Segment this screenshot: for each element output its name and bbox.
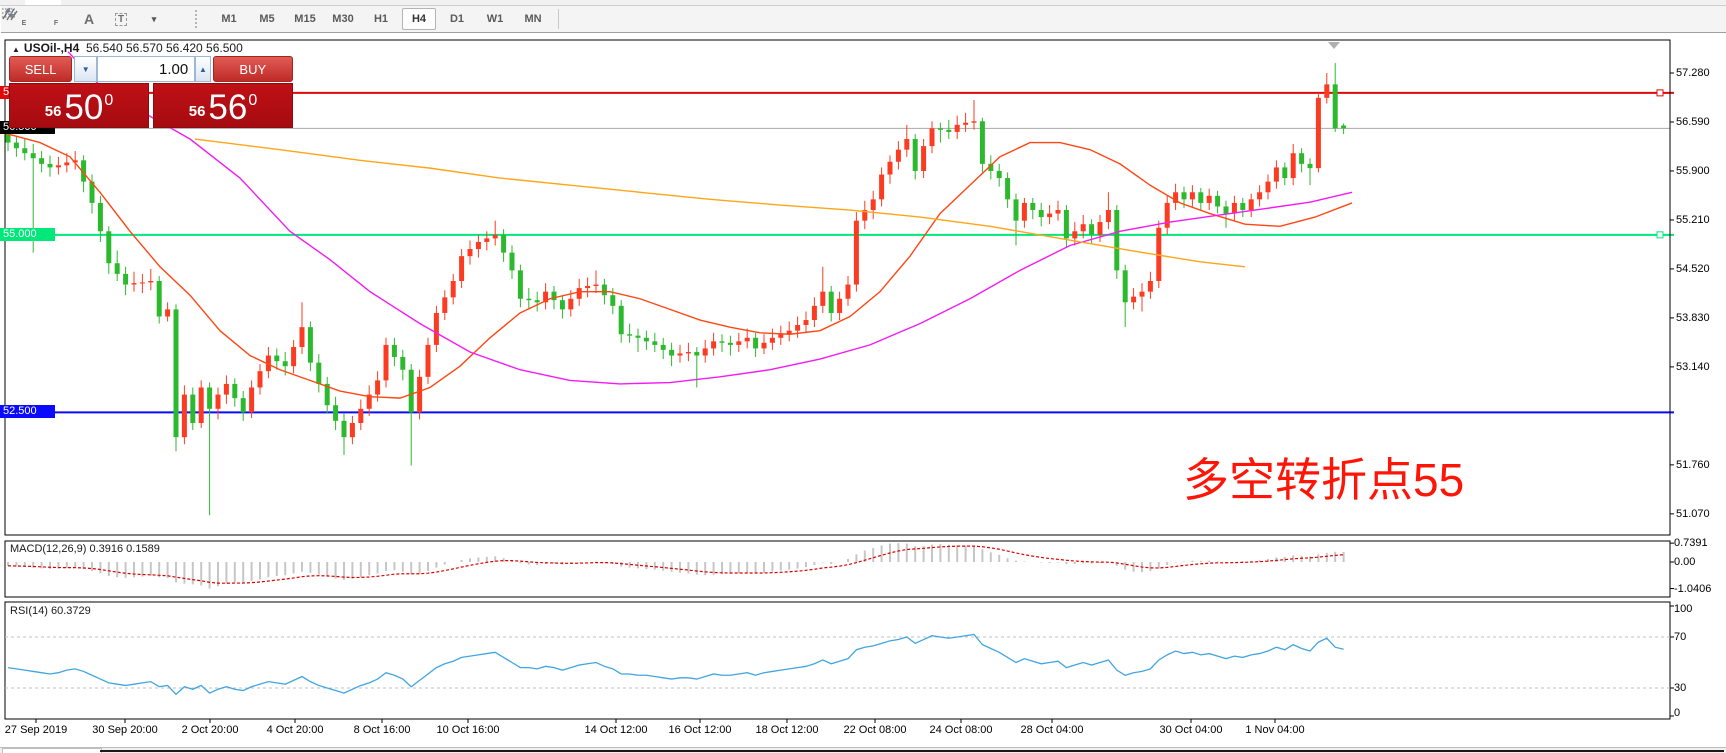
sell-price-sup: 0 — [104, 92, 113, 110]
rsi-panel-border — [5, 602, 1670, 719]
volume-down-icon: ▼ — [82, 65, 90, 74]
macd-panel-border — [5, 541, 1670, 597]
buy-price-display[interactable]: 56 56 0 — [153, 83, 293, 128]
macd-signal-line — [8, 546, 1344, 583]
rsi-value: 60.3729 — [51, 605, 91, 617]
chart-text-annotation[interactable]: 多空转折点55 — [1183, 444, 1464, 510]
ma-fast-line — [0, 132, 1352, 398]
ma-slowest-line — [195, 139, 1245, 267]
macd-values: 0.3916 0.1589 — [89, 543, 159, 555]
rsi-indicator-label: RSI(14) 60.3729 — [10, 605, 91, 617]
symbol-header: ▲ USOil-,H4 56.540 56.570 56.420 56.500 — [12, 41, 243, 55]
price-level-tag: 55.000 — [0, 228, 55, 241]
chart-shift-marker-icon — [1328, 42, 1340, 49]
macd-indicator-label: MACD(12,26,9) 0.3916 0.1589 — [10, 543, 160, 555]
candlestick-series — [6, 63, 1347, 515]
price-level-tag: 52.500 — [0, 405, 55, 418]
rsi-line — [8, 634, 1344, 694]
sell-price-prefix: 56 — [45, 103, 62, 120]
panel-collapse-icon[interactable]: ▲ — [12, 45, 20, 54]
symbol-ohlc-values: 56.540 56.570 56.420 56.500 — [86, 41, 243, 55]
sell-button[interactable]: SELL — [9, 56, 72, 82]
buy-price-sup: 0 — [248, 92, 257, 110]
one-click-trade-panel: SELL ▼ 1.00 ▲ BUY 56 50 0 56 56 0 — [9, 56, 293, 128]
volume-decrease-button[interactable]: ▼ — [74, 56, 97, 82]
buy-price-prefix: 56 — [189, 103, 206, 120]
sell-price-display[interactable]: 56 50 0 — [9, 83, 149, 128]
buy-price-big: 56 — [208, 91, 247, 124]
hline-handle — [1657, 232, 1663, 238]
buy-button[interactable]: BUY — [213, 56, 293, 82]
volume-input[interactable]: 1.00 — [97, 56, 195, 82]
hline-handle — [1657, 90, 1663, 96]
symbol-period-label: USOil-,H4 — [24, 41, 79, 55]
trading-terminal-window: E F A T ▾ M1M5M15M30H1H4D1W1MN ▲USOil-,H… — [0, 0, 1726, 753]
volume-increase-button[interactable]: ▲ — [195, 56, 210, 82]
sell-price-big: 50 — [64, 91, 103, 124]
volume-up-icon: ▲ — [199, 65, 207, 74]
